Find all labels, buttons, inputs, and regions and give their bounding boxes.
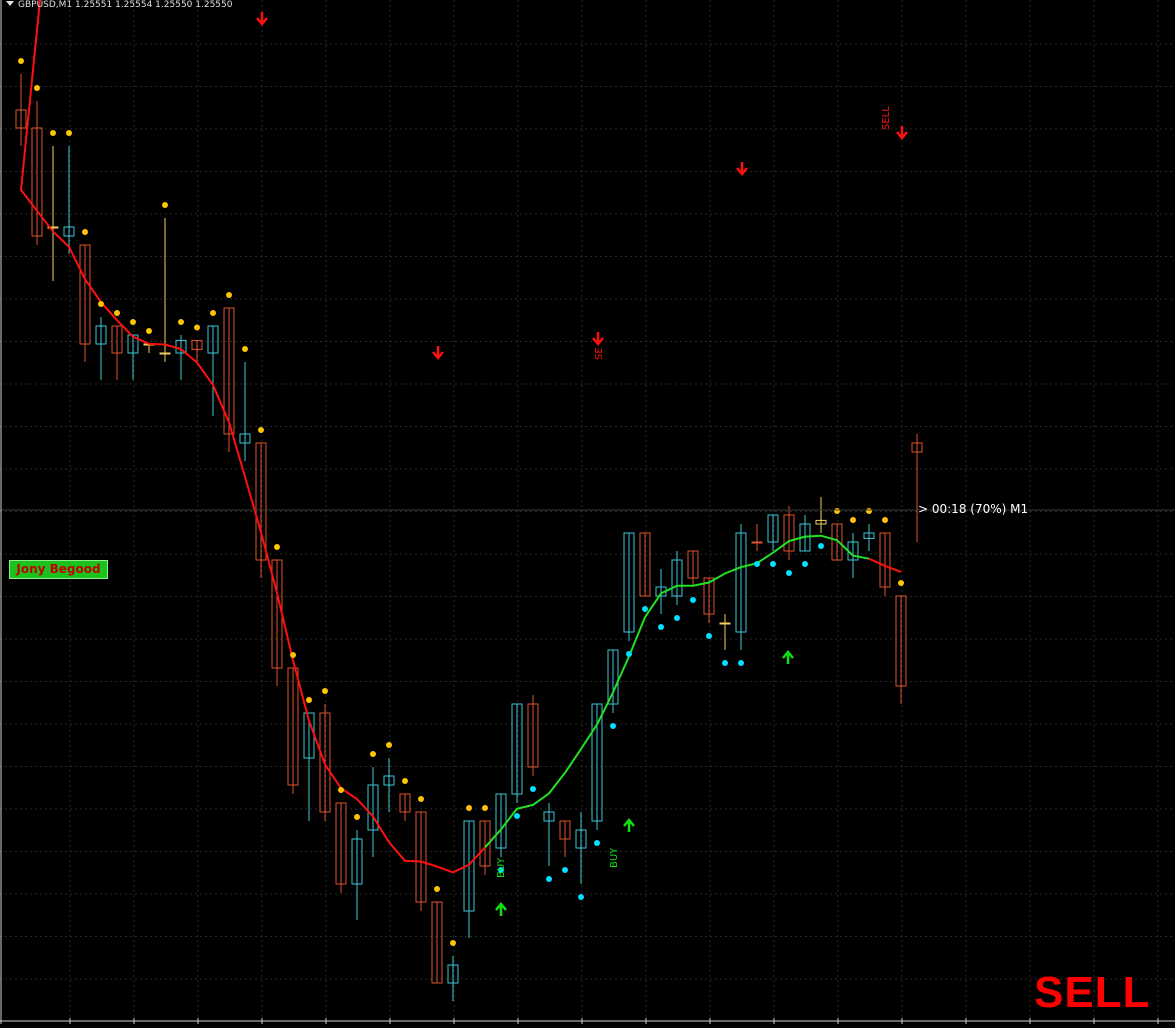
signal-banner: SELL [1034, 968, 1151, 1017]
indicator-dot [722, 659, 728, 666]
indicator-dot [754, 560, 760, 567]
indicator-dot [882, 517, 888, 524]
indicator-dot [850, 517, 856, 524]
indicator-dot [434, 886, 440, 893]
candle-timer: > 00:18 (70%) M1 [918, 502, 1029, 516]
indicator-dot [562, 866, 568, 873]
indicator-dot [354, 814, 360, 821]
indicator-dot [370, 751, 376, 758]
indicator-dot [802, 560, 808, 567]
indicator-dot [530, 785, 536, 792]
signal-label: SE [594, 347, 605, 360]
signal-label: SELL [881, 106, 892, 130]
indicator-dot [386, 742, 392, 749]
candle-body [159, 352, 171, 355]
indicator-dot [594, 839, 600, 846]
indicator-dot [98, 301, 104, 308]
indicator-dot [274, 544, 280, 551]
indicator-dot [578, 893, 584, 900]
price-chart[interactable]: SE SELL BUY BUY GBPUSD,M1 1.25551 1.25554 1… [0, 0, 1175, 1024]
indicator-dot [402, 778, 408, 785]
indicator-dot [338, 787, 344, 794]
symbol-header[interactable]: GBPUSD,M1 1.25551 1.25554 1.25550 1.2555… [6, 0, 232, 10]
indicator-dot [674, 614, 680, 621]
signal-label: BUY [609, 847, 620, 868]
candle-body [751, 541, 763, 544]
indicator-dot [738, 659, 744, 666]
indicator-dot [706, 632, 712, 639]
indicator-dot [610, 722, 616, 729]
indicator-dot [482, 805, 488, 812]
brand-label: Jony Begood [9, 560, 108, 579]
indicator-dot [130, 319, 136, 326]
indicator-dot [642, 605, 648, 612]
candle-body [719, 622, 731, 625]
indicator-dot [466, 805, 472, 812]
indicator-dot [450, 940, 456, 947]
chevron-down-icon[interactable] [6, 1, 14, 6]
indicator-dot [226, 292, 232, 299]
indicator-dot [34, 85, 40, 92]
indicator-dot [514, 812, 520, 819]
indicator-dot [866, 508, 872, 515]
indicator-dot [418, 796, 424, 803]
indicator-dot [258, 427, 264, 434]
indicator-dot [194, 324, 200, 331]
indicator-dot [114, 310, 120, 317]
indicator-dot [658, 623, 664, 630]
indicator-dot [770, 560, 776, 567]
indicator-dot [82, 229, 88, 236]
indicator-dot [786, 569, 792, 576]
indicator-dot [834, 508, 840, 515]
indicator-dot [322, 688, 328, 695]
indicator-dot [626, 650, 632, 657]
indicator-dot [210, 310, 216, 317]
indicator-dot [898, 580, 904, 587]
indicator-dot [18, 58, 24, 65]
indicator-dot [178, 319, 184, 326]
symbol-info: GBPUSD,M1 1.25551 1.25554 1.25550 1.2555… [18, 0, 233, 10]
indicator-dot [50, 130, 56, 137]
indicator-dot [242, 346, 248, 353]
indicator-dot [290, 652, 296, 659]
indicator-dot [146, 328, 152, 335]
indicator-dot [546, 875, 552, 882]
indicator-dot [162, 202, 168, 209]
indicator-dot [66, 130, 72, 137]
signal-label: BUY [496, 857, 507, 878]
indicator-dot [306, 697, 312, 704]
indicator-dot [690, 596, 696, 603]
indicator-dot [818, 542, 824, 549]
